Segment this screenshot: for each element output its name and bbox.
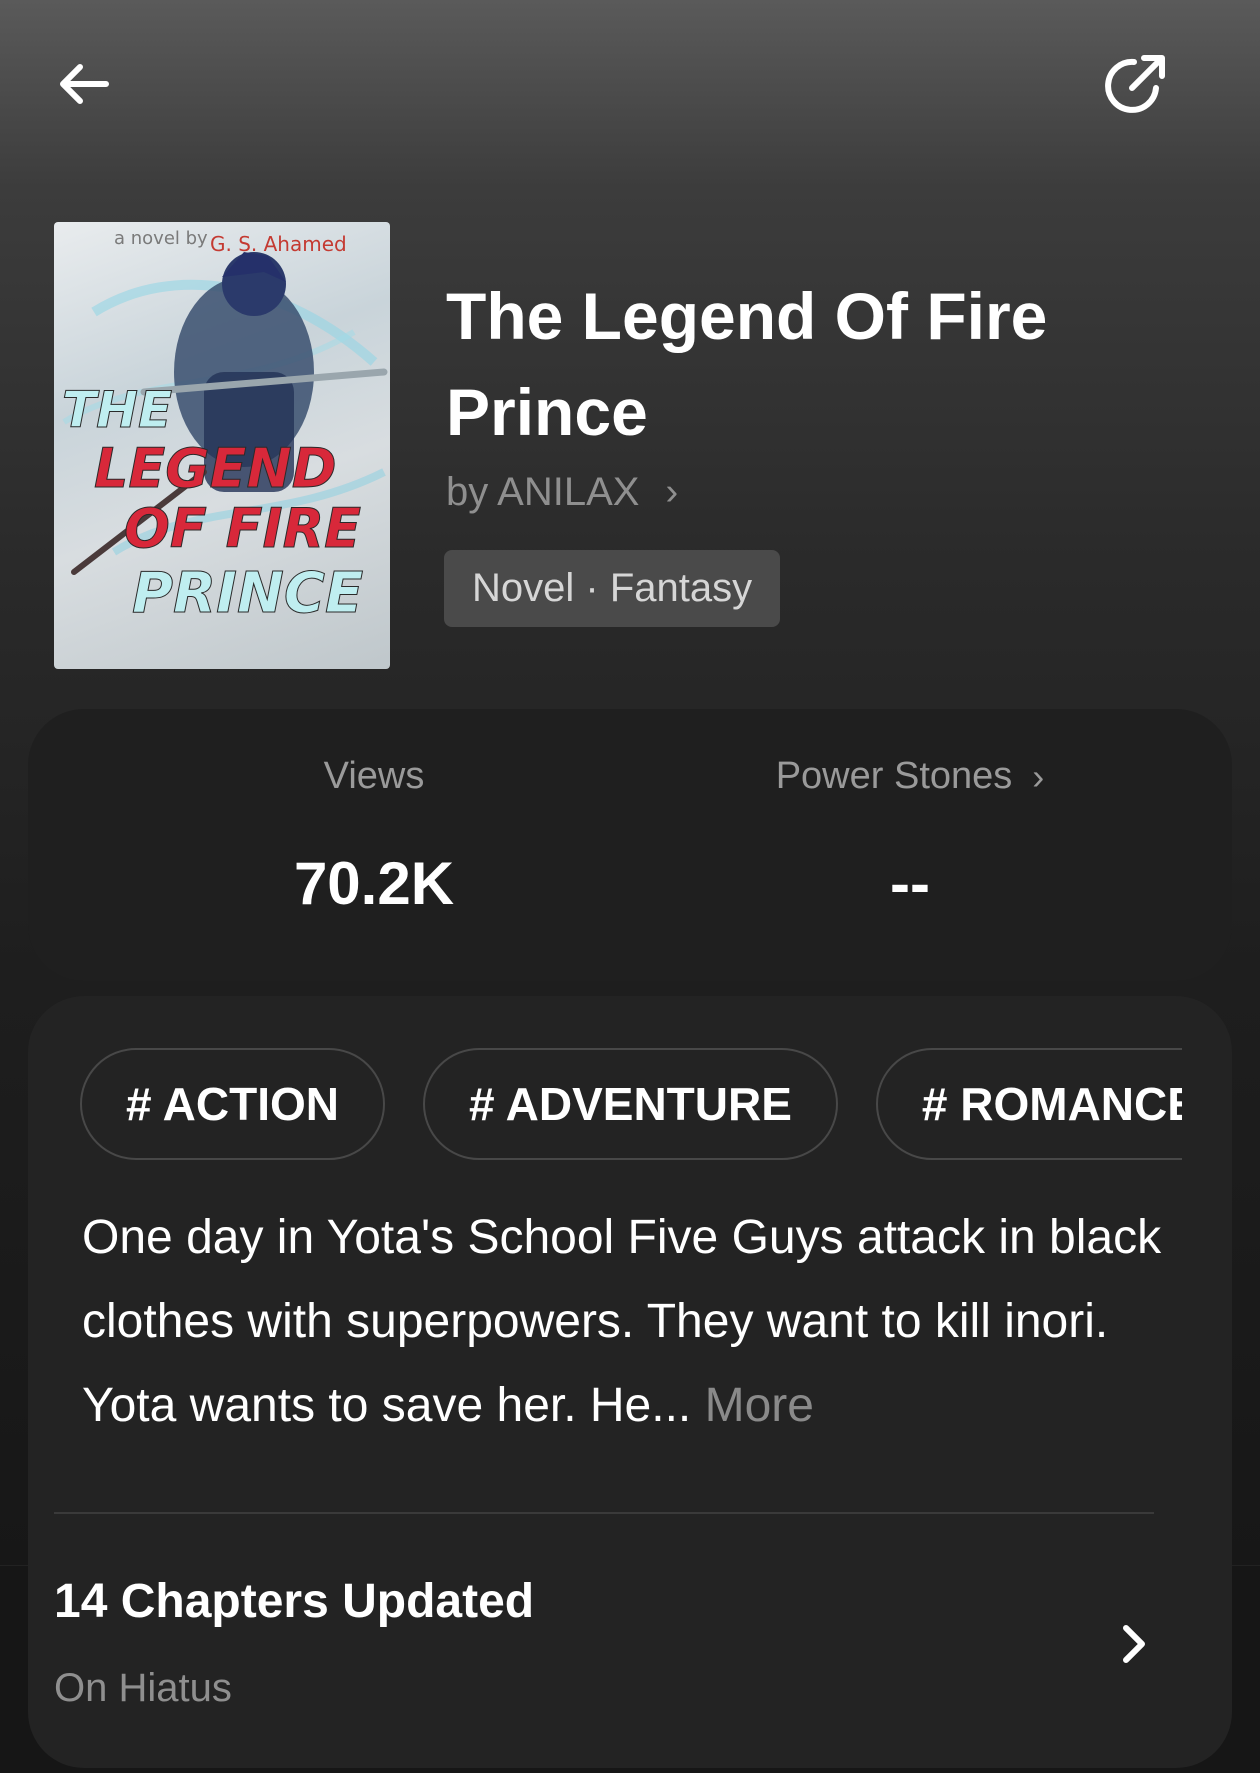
tag-list[interactable]: # ACTION # ADVENTURE # ROMANCE: [80, 1048, 1182, 1164]
cover-title-line: PRINCE: [132, 561, 363, 626]
more-button[interactable]: More: [705, 1379, 814, 1432]
views-value: 70.2K: [293, 850, 455, 917]
chapters-row[interactable]: 14 Chapters Updated On Hiatus: [54, 1560, 1164, 1720]
divider: [54, 1512, 1154, 1514]
power-stones-label: Power Stones ›: [775, 755, 1045, 797]
author-name: by ANILAX: [446, 470, 640, 514]
author-link[interactable]: by ANILAX ›: [446, 470, 678, 515]
back-button[interactable]: [44, 44, 124, 124]
synopsis: One day in Yota's School Five Guys attac…: [82, 1196, 1192, 1448]
share-button[interactable]: [1096, 44, 1176, 124]
tag-romance[interactable]: # ROMANCE: [875, 1048, 1182, 1160]
tag-action[interactable]: # ACTION: [80, 1048, 385, 1160]
cover-title-line: THE: [62, 381, 172, 439]
arrow-left-icon: [60, 64, 109, 104]
author-chevron-icon: ›: [665, 471, 679, 513]
book-title: The Legend Of Fire Prince: [446, 279, 1048, 449]
tag-adventure[interactable]: # ADVENTURE: [422, 1048, 838, 1160]
chapters-count: 14 Chapters Updated: [54, 1575, 535, 1628]
chapters-status: On Hiatus: [54, 1666, 232, 1710]
share-icon: [1105, 55, 1165, 113]
cover-title-line: LEGEND: [94, 437, 337, 500]
cover-title-line: OF FIRE: [124, 497, 361, 560]
synopsis-text: One day in Yota's School Five Guys attac…: [82, 1211, 1162, 1432]
chevron-right-icon: [1104, 1604, 1164, 1684]
power-stones-chevron-icon: ›: [1032, 755, 1045, 797]
cover-title-art: THELEGENDOF FIREPRINCE: [62, 381, 364, 627]
book-cover[interactable]: a novel by G. S. Ahamed THE LEGEND OF FIRE…: [54, 222, 390, 669]
stats-card: Views 70.2K Power Stones › --: [28, 709, 1232, 981]
power-stones-value: --: [890, 850, 930, 917]
genre-badge[interactable]: Novel · Fantasy: [444, 550, 781, 627]
views-label: Views: [323, 755, 425, 797]
